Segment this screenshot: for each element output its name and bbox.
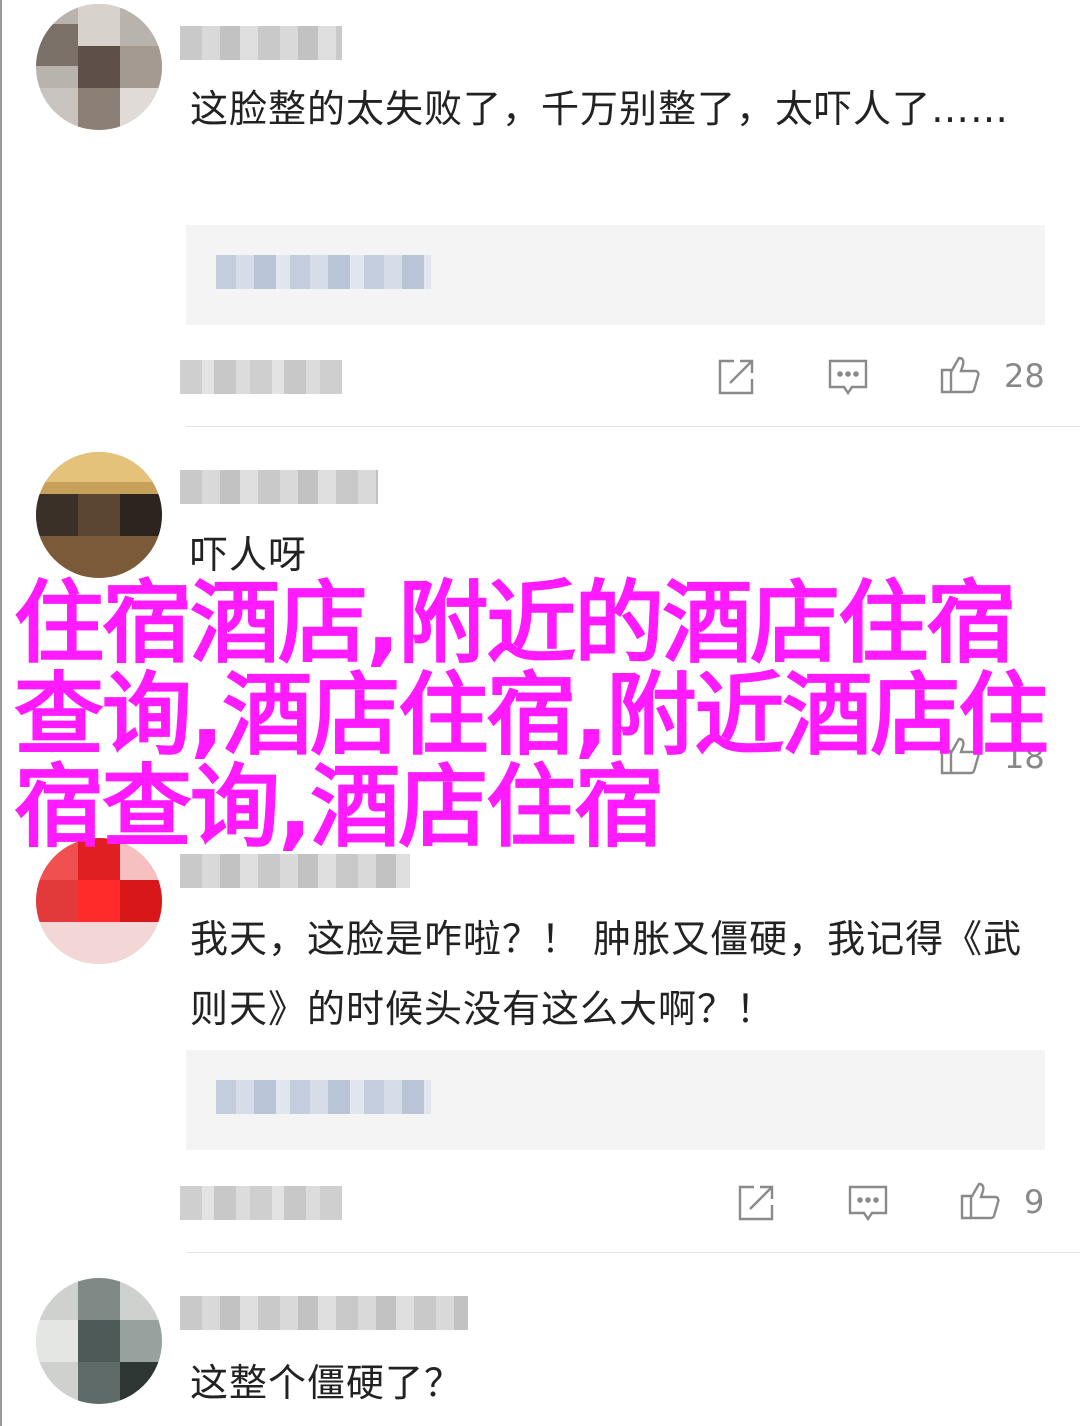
comment-text: 这整个僵硬了？ (190, 1361, 464, 1405)
username[interactable] (180, 26, 342, 60)
reply-icon[interactable] (846, 1181, 890, 1225)
share-icon[interactable] (714, 355, 758, 399)
divider (186, 1252, 1080, 1253)
timestamp (180, 360, 342, 394)
avatar[interactable] (36, 1278, 162, 1404)
comment-text: 这脸整的太失败了，千万别整了，太吓人了…… (190, 87, 1010, 131)
avatar[interactable] (36, 4, 162, 130)
username[interactable] (180, 1296, 468, 1330)
thumbs-up-icon[interactable] (938, 352, 982, 396)
overlay-banner-text: 住宿酒店,附近的酒店住宿查询,酒店住宿,附近酒店住宿查询,酒店住宿 (14, 571, 1048, 860)
avatar[interactable] (36, 452, 162, 578)
comment-text: 我天，这脸是咋啦？！ 肿胀又僵硬，我记得《武则天》的时候头没有这么大啊？！ (190, 917, 1023, 1031)
thumbs-up-icon[interactable] (958, 1178, 1002, 1222)
quoted-text (216, 255, 431, 289)
share-icon[interactable] (734, 1181, 778, 1225)
quoted-comment[interactable] (186, 225, 1045, 325)
username[interactable] (180, 470, 378, 504)
page-edge (0, 0, 2, 1426)
quoted-comment[interactable] (186, 1050, 1045, 1150)
like-count: 9 (1024, 1183, 1045, 1221)
timestamp (180, 1186, 342, 1220)
reply-icon[interactable] (826, 355, 870, 399)
divider (186, 426, 1080, 427)
quoted-text (216, 1080, 431, 1114)
like-count: 28 (1004, 357, 1045, 395)
